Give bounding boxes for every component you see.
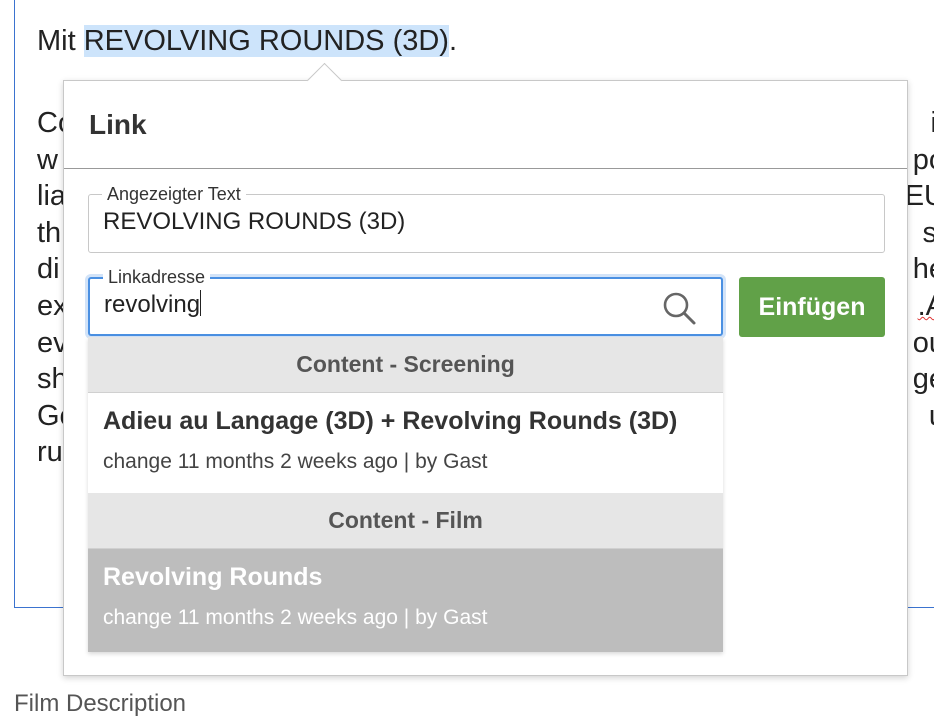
dialog-title: Link bbox=[89, 109, 147, 141]
link-address-input[interactable]: Linkadresse revolving bbox=[88, 277, 723, 336]
line-suffix: . bbox=[449, 25, 457, 57]
insert-button[interactable]: Einfügen bbox=[739, 277, 885, 337]
para-fragment-right: ge bbox=[913, 361, 934, 398]
display-text-value: REVOLVING ROUNDS (3D) bbox=[103, 208, 405, 236]
para-fragment-left: ru bbox=[37, 434, 63, 471]
group-header-screening: Content - Screening bbox=[88, 337, 723, 393]
item-title: Revolving Rounds bbox=[103, 563, 708, 592]
group-header-film: Content - Film bbox=[88, 493, 723, 549]
link-address-label: Linkadresse bbox=[103, 267, 210, 287]
para-fragment-right: u bbox=[929, 398, 934, 435]
autocomplete-dropdown: Content - Screening Adieu au Langage (3D… bbox=[88, 337, 723, 652]
film-description-label: Film Description bbox=[14, 690, 186, 718]
para-fragment-right: ou bbox=[913, 325, 934, 362]
autocomplete-item[interactable]: Adieu au Langage (3D) + Revolving Rounds… bbox=[88, 393, 723, 493]
text-caret bbox=[200, 290, 201, 316]
para-fragment-left: lia bbox=[37, 178, 66, 215]
para-fragment-right: it bbox=[931, 105, 934, 142]
link-address-value-wrap: revolving bbox=[104, 290, 201, 319]
display-text-field[interactable]: Angezeigter Text REVOLVING ROUNDS (3D) bbox=[88, 194, 885, 253]
para-fragment-left: w bbox=[37, 142, 58, 179]
item-meta: change 11 months 2 weeks ago | by Gast bbox=[103, 606, 708, 630]
para-fragment-right: po bbox=[913, 142, 934, 179]
para-fragment-right: .A bbox=[918, 288, 934, 325]
search-icon[interactable] bbox=[661, 290, 697, 326]
para-fragment-right: st bbox=[922, 215, 934, 252]
autocomplete-item-active[interactable]: Revolving Rounds change 11 months 2 week… bbox=[88, 549, 723, 652]
link-address-value: revolving bbox=[104, 291, 200, 318]
display-text-label: Angezeigter Text bbox=[102, 184, 246, 204]
selected-text[interactable]: REVOLVING ROUNDS (3D) bbox=[84, 25, 449, 57]
para-fragment-right: he bbox=[913, 251, 934, 288]
line-prefix: Mit bbox=[37, 25, 84, 57]
para-fragment-left: th bbox=[37, 215, 61, 252]
editor-first-line: Mit REVOLVING ROUNDS (3D). bbox=[37, 24, 457, 58]
item-meta: change 11 months 2 weeks ago | by Gast bbox=[103, 450, 708, 474]
link-dialog: Link Angezeigter Text REVOLVING ROUNDS (… bbox=[63, 80, 908, 676]
para-fragment-right: EU bbox=[905, 178, 934, 215]
item-title: Adieu au Langage (3D) + Revolving Rounds… bbox=[103, 407, 708, 436]
para-fragment-left: di bbox=[37, 251, 60, 288]
dialog-divider bbox=[64, 168, 907, 169]
